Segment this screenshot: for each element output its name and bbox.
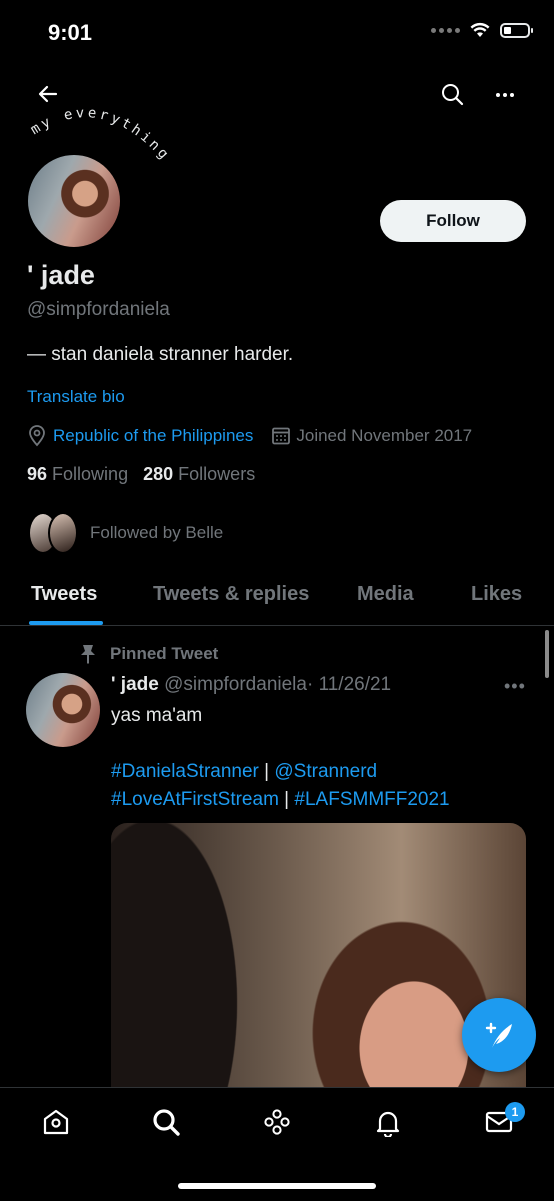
nav-spaces[interactable] <box>262 1107 292 1142</box>
separator: | <box>278 789 295 810</box>
active-tab-indicator <box>29 621 103 625</box>
follow-counts: 96 Following 280 Followers <box>27 464 255 485</box>
status-time: 9:01 <box>48 20 93 45</box>
pinned-indicator: Pinned Tweet <box>78 643 218 665</box>
tab-tweets-replies[interactable]: Tweets & replies <box>153 583 309 606</box>
nav-home[interactable] <box>41 1107 71 1142</box>
tab-media[interactable]: Media <box>357 583 414 606</box>
compose-icon <box>485 1022 512 1048</box>
more-icon <box>496 93 514 97</box>
followers-label: Followers <box>178 464 256 484</box>
search-icon <box>153 1109 180 1136</box>
profile-name: ' jade <box>27 260 95 290</box>
status-indicators <box>431 22 533 38</box>
profile-tabs: Tweets Tweets & replies Media Likes <box>0 575 554 626</box>
followers-count: 280 <box>143 464 174 484</box>
battery-icon <box>500 22 533 38</box>
tab-tweets[interactable]: Tweets <box>31 583 97 606</box>
profile-joined: Joined November 2017 <box>296 426 473 445</box>
tweet-avatar[interactable] <box>26 673 100 747</box>
pin-icon <box>81 645 95 664</box>
profile-location[interactable]: Republic of the Philippines <box>53 426 253 446</box>
hashtag-link[interactable]: #LoveAtFirstStream <box>111 789 279 810</box>
calendar-icon <box>272 427 291 445</box>
nav-notifications[interactable] <box>373 1107 403 1142</box>
nav-search[interactable] <box>151 1107 181 1142</box>
tweet-author-handle: @simpfordaniela <box>164 674 307 695</box>
profile-bio: — stan daniela stranner harder. <box>27 344 294 365</box>
pinned-label: Pinned Tweet <box>110 644 219 663</box>
tab-likes[interactable]: Likes <box>471 583 522 606</box>
search-icon <box>442 84 464 106</box>
tweet-header: ' jade @simpfordaniela· 11/26/21 <box>111 674 391 696</box>
followed-by-text: Followed by Belle <box>90 523 224 542</box>
signal-icon <box>431 27 460 33</box>
follower-avatar <box>48 512 78 554</box>
profile-meta: Republic of the Philippines Joined Novem… <box>27 425 472 447</box>
messages-badge: 1 <box>505 1102 525 1122</box>
profile-avatar[interactable] <box>26 153 122 249</box>
search-button[interactable] <box>440 82 464 111</box>
tweet-author-name[interactable]: ' jade <box>111 674 159 695</box>
followers-link[interactable]: 280 Followers <box>143 464 255 484</box>
hashtag-link[interactable]: #DanielaStranner <box>111 761 259 782</box>
svg-text:my everything: my everything <box>30 105 173 164</box>
home-icon <box>43 1109 69 1135</box>
spaces-icon <box>264 1109 290 1135</box>
home-indicator[interactable] <box>178 1183 376 1189</box>
scrollbar[interactable] <box>545 630 549 678</box>
separator: | <box>258 761 275 782</box>
banner-text-path: my everything <box>30 105 170 164</box>
more-button[interactable] <box>493 83 517 112</box>
wifi-icon <box>470 22 490 37</box>
following-label: Following <box>52 464 129 484</box>
translate-bio-link[interactable]: Translate bio <box>27 387 125 407</box>
tweet-more-button[interactable]: ••• <box>504 676 526 697</box>
tweet-text: yas ma'am <box>111 705 203 726</box>
following-link[interactable]: 96 Following <box>27 464 128 484</box>
notifications-icon <box>376 1111 400 1139</box>
following-count: 96 <box>27 464 48 484</box>
hashtag-link[interactable]: #LAFSMMFF2021 <box>294 789 449 810</box>
followed-by[interactable]: Followed by Belle <box>28 512 223 554</box>
tweet-hashtags: #DanielaStranner | @Strannerd #LoveAtFir… <box>111 758 450 814</box>
mention-link[interactable]: @Strannerd <box>274 761 377 782</box>
profile-handle: @simpfordaniela <box>27 299 170 320</box>
compose-tweet-button[interactable] <box>462 998 536 1072</box>
tweet-media[interactable] <box>111 823 526 1123</box>
follow-button[interactable]: Follow <box>380 200 526 242</box>
location-icon <box>29 425 45 447</box>
tweet-date: · 11/26/21 <box>306 674 392 695</box>
